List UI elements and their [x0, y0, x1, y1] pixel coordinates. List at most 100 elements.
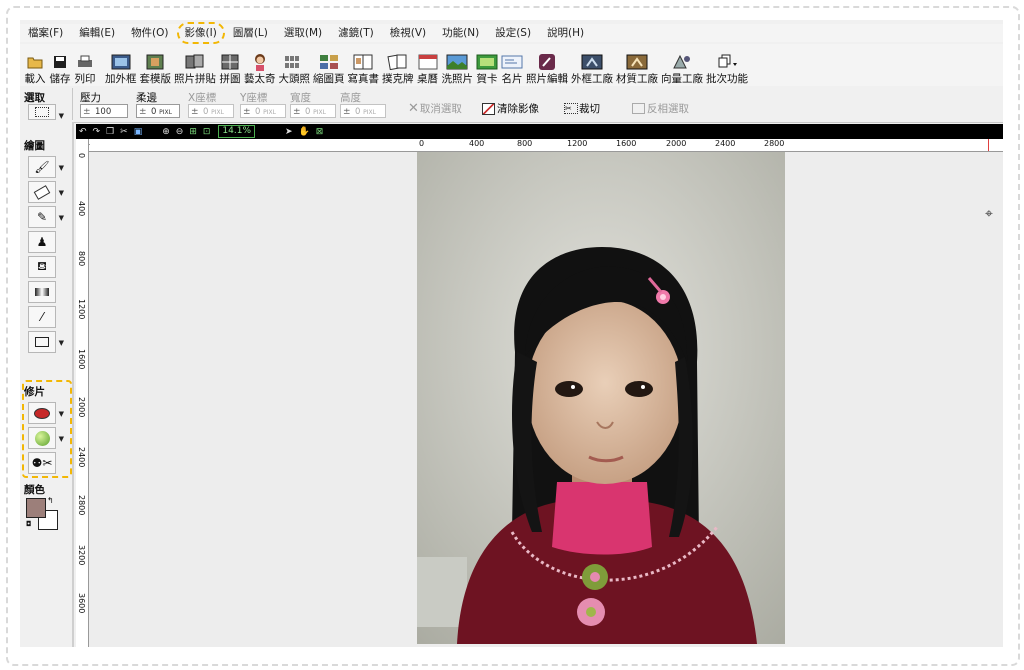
ruler-top-tick: 1200	[567, 139, 588, 148]
copy-icon[interactable]: ❐	[106, 127, 114, 137]
batch-icon	[716, 52, 738, 72]
crop-button[interactable]: ✂ 裁切	[564, 101, 600, 116]
toolbar-texturefactory-button[interactable]: 材質工廠	[616, 46, 658, 86]
puzzle-icon	[219, 52, 241, 72]
toolbar-puzzle-button[interactable]: 拼圖	[219, 46, 241, 86]
cancel-select-button[interactable]: ✕ 取消選取	[408, 101, 462, 116]
toolbar-collage-label: 照片拼貼	[174, 73, 216, 85]
pressure-value: 100	[95, 107, 112, 117]
zoom-out-icon[interactable]: ⊖	[176, 127, 184, 137]
toolbar-photoedit-button[interactable]: 照片編輯	[526, 46, 568, 86]
toolbar-card-button[interactable]: 名片	[501, 46, 523, 86]
ruler-left-tick: 400	[77, 201, 86, 217]
menu-select[interactable]: 選取(M)	[276, 24, 330, 42]
crosshair-cursor-icon: ⌖	[985, 206, 993, 222]
toolbar-calendar-button[interactable]: 桌曆	[417, 46, 439, 86]
brush-tool[interactable]: 🖌 ▼	[28, 156, 64, 178]
zoom-in-icon[interactable]: ⊕	[162, 127, 170, 137]
menu-image[interactable]: 影像(I)	[176, 22, 226, 44]
crop-scissors-icon: ✂	[564, 103, 578, 114]
shape-tool[interactable]: ▼	[28, 331, 64, 353]
hand-icon[interactable]: ✋	[299, 127, 310, 137]
chevron-down-icon[interactable]: ▼	[59, 112, 64, 120]
move-icon[interactable]: ⊠	[316, 127, 324, 137]
panel-divider	[72, 122, 74, 647]
toolbar-poker-label: 撲克牌	[382, 73, 414, 85]
rectangle-icon	[35, 337, 49, 347]
toolbar-printphoto-label: 洗照片	[441, 73, 474, 85]
chevron-down-icon[interactable]: ▼	[59, 214, 64, 222]
redo-icon[interactable]: ↷	[93, 127, 101, 137]
eraser-tool[interactable]: ▼	[28, 181, 64, 203]
menu-function[interactable]: 功能(N)	[434, 24, 487, 42]
fill-tool[interactable]: ⛾	[28, 256, 56, 278]
foreground-color-swatch[interactable]	[26, 498, 46, 518]
actual-size-icon[interactable]: ⊡	[203, 127, 211, 137]
menu-settings[interactable]: 設定(S)	[487, 24, 539, 42]
clear-image-icon	[482, 102, 495, 115]
cut-icon[interactable]: ✂	[120, 127, 128, 137]
clear-image-button[interactable]: 清除影像	[482, 101, 539, 116]
chevron-down-icon[interactable]: ▼	[59, 164, 64, 172]
zoom-level[interactable]: 14.1%	[218, 125, 256, 138]
toolbar-printphoto-button[interactable]: 洗照片	[441, 46, 474, 86]
chevron-down-icon[interactable]: ▼	[59, 189, 64, 197]
texture-factory-icon	[626, 52, 648, 72]
toolbar-idphoto-button[interactable]: 大頭照	[279, 46, 310, 86]
toolbar-vectorfactory-button[interactable]: 向量工廠	[661, 46, 703, 86]
stamp-tool[interactable]: ♟	[28, 231, 56, 253]
toolbar-framefactory-button[interactable]: 外框工廠	[571, 46, 613, 86]
menu-help[interactable]: 說明(H)	[539, 24, 592, 42]
toolbar-poker-button[interactable]: 撲克牌	[382, 46, 414, 86]
crop-label: 裁切	[579, 103, 600, 115]
selection-rect-tool[interactable]: ▼	[28, 104, 64, 120]
toolbar-save-button[interactable]: 儲存	[49, 46, 71, 86]
menu-view[interactable]: 檢視(V)	[382, 24, 434, 42]
swap-colors-icon[interactable]: ↰	[47, 496, 54, 505]
paste-icon[interactable]: ▣	[134, 127, 143, 137]
toolbar-batch-button[interactable]: 批次功能	[706, 46, 748, 86]
pencil-tool[interactable]: ✎ ▼	[28, 206, 64, 228]
eyedropper-tool[interactable]: ⁄	[28, 306, 56, 328]
toolbar-framefactory-label: 外框工廠	[571, 73, 613, 85]
menu-layer[interactable]: 圖層(L)	[225, 24, 276, 42]
frame-icon	[110, 52, 132, 72]
template-icon	[144, 52, 166, 72]
options-bar: 選取 ▼ 壓力 100 柔邊 0 PIXL X座標 0 PIXL Y座標 0 P…	[20, 86, 1003, 123]
ruler-top-tick: 0	[419, 139, 425, 148]
pointer-icon[interactable]: ➤	[285, 127, 293, 137]
toolbar-print-button[interactable]: 列印	[74, 46, 96, 86]
menu-filter[interactable]: 濾鏡(T)	[330, 24, 382, 42]
gradient-tool[interactable]	[28, 281, 56, 303]
reset-colors-icon[interactable]: ◘	[26, 520, 32, 528]
toolbar-photobook-button[interactable]: 寫真書	[348, 46, 379, 86]
x-coord-stepper[interactable]: 0 PIXL	[188, 104, 234, 119]
menu-object[interactable]: 物件(O)	[123, 24, 176, 42]
stamp-icon: ♟	[36, 235, 48, 249]
chevron-down-icon[interactable]: ▼	[59, 339, 64, 347]
photobook-icon	[352, 52, 374, 72]
toolbar-template-button[interactable]: 套模版	[140, 46, 171, 86]
photo-image[interactable]	[417, 152, 785, 644]
toolbar-open-label: 載入	[24, 73, 46, 85]
poker-icon	[387, 52, 409, 72]
height-stepper[interactable]: 0 PIXL	[340, 104, 386, 119]
toolbar-frame-button[interactable]: 加外框	[105, 46, 137, 86]
toolbar-greeting-button[interactable]: 賀卡	[476, 46, 498, 86]
invert-select-button[interactable]: 反相選取	[632, 101, 689, 116]
menu-file[interactable]: 檔案(F)	[20, 24, 71, 42]
pressure-stepper[interactable]: 100	[80, 104, 128, 119]
menu-edit[interactable]: 編輯(E)	[71, 24, 123, 42]
toolbar-art-button[interactable]: 藝太奇	[244, 46, 276, 86]
toolbar-thumbnail-button[interactable]: 縮圖頁	[313, 46, 345, 86]
toolbar-open-button[interactable]: 載入	[24, 46, 46, 86]
select-section-label: 選取	[24, 92, 45, 104]
toolbar-vectorfactory-label: 向量工廠	[661, 73, 703, 85]
canvas-area[interactable]: ⌖	[89, 152, 1003, 647]
width-stepper[interactable]: 0 PIXL	[290, 104, 336, 119]
feather-stepper[interactable]: 0 PIXL	[136, 104, 180, 119]
toolbar-collage-button[interactable]: 照片拼貼	[174, 46, 216, 86]
fit-window-icon[interactable]: ⊞	[189, 127, 197, 137]
y-coord-stepper[interactable]: 0 PIXL	[240, 104, 286, 119]
undo-icon[interactable]: ↶	[79, 127, 87, 137]
